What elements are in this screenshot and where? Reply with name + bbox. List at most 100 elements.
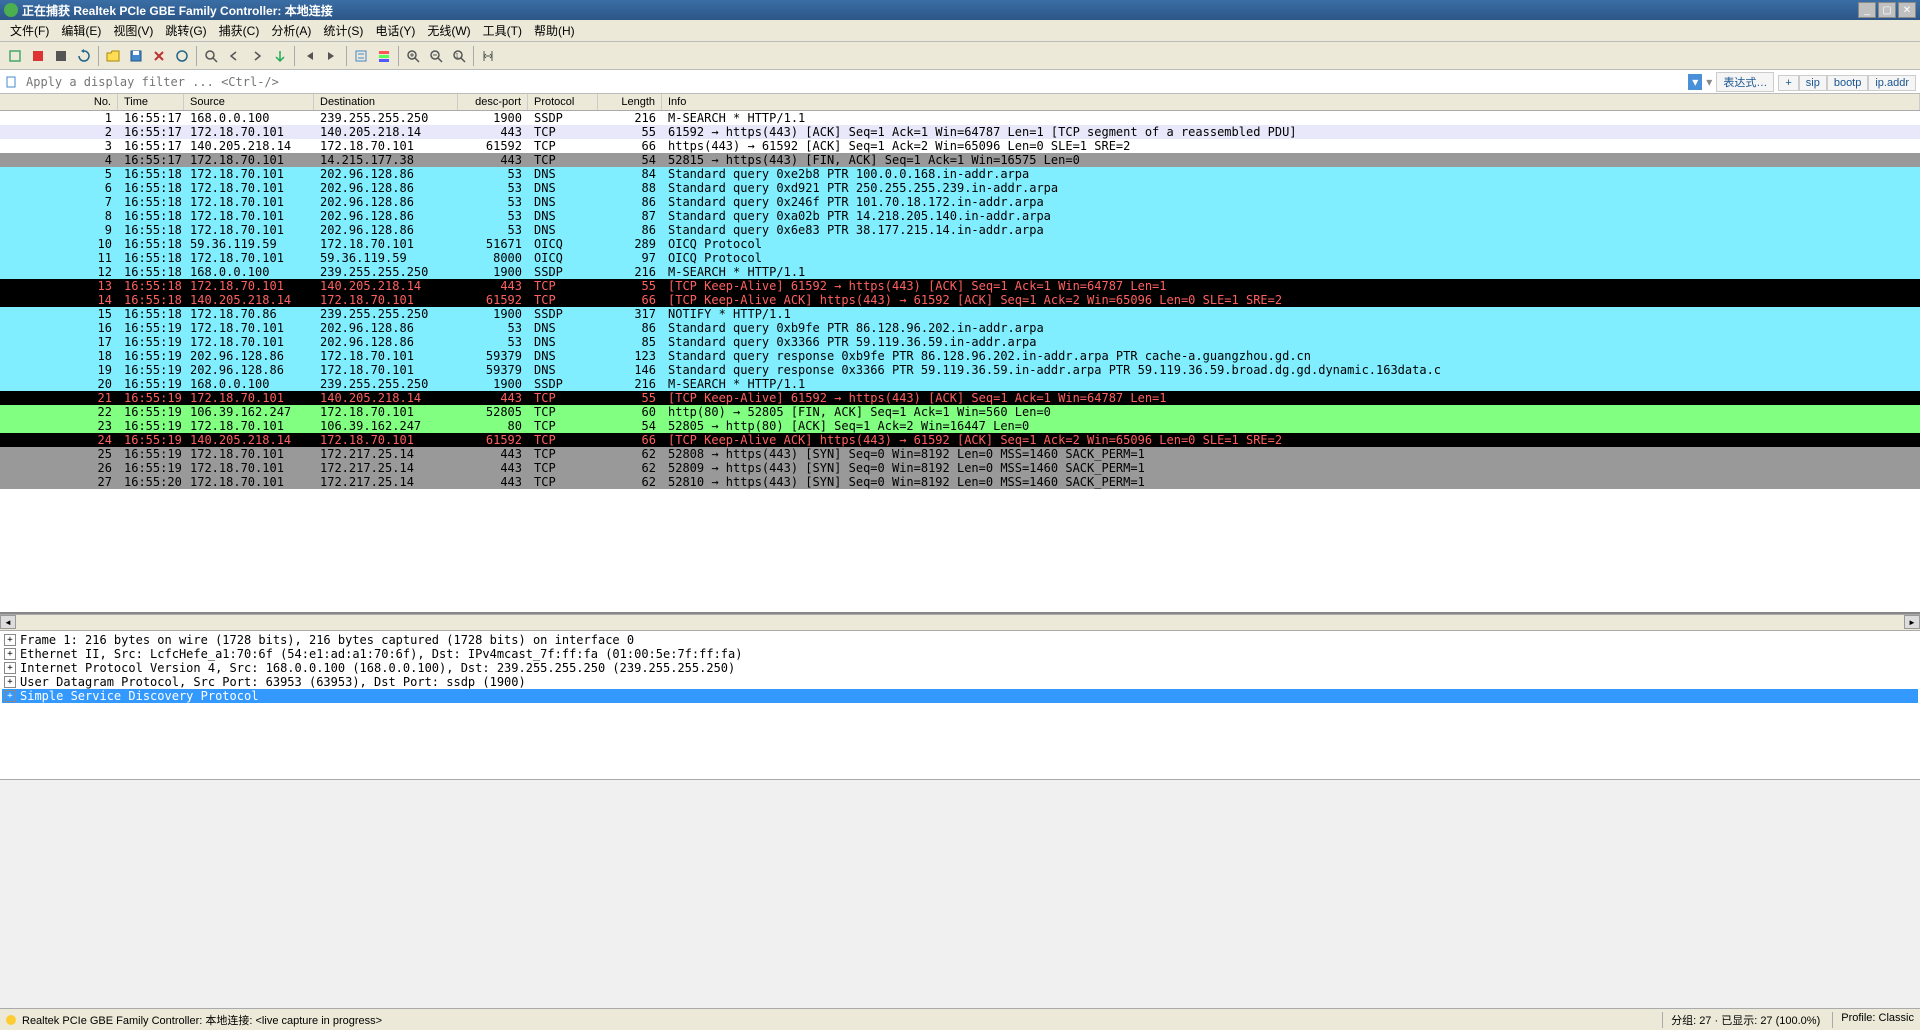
detail-tree-item[interactable]: +Internet Protocol Version 4, Src: 168.0… (2, 661, 1918, 675)
packet-row[interactable]: 1116:55:18172.18.70.10159.36.119.598000O… (0, 251, 1920, 265)
filter-preset-ip.addr[interactable]: ip.addr (1868, 75, 1916, 91)
restart-capture-icon[interactable] (73, 45, 95, 67)
display-filter-input[interactable] (22, 73, 1688, 91)
zoom-out-icon[interactable] (425, 45, 447, 67)
packet-row[interactable]: 2216:55:19106.39.162.247172.18.70.101528… (0, 405, 1920, 419)
packet-details-pane[interactable]: +Frame 1: 216 bytes on wire (1728 bits),… (0, 630, 1920, 780)
detail-tree-item[interactable]: +Ethernet II, Src: LcfcHefe_a1:70:6f (54… (2, 647, 1918, 661)
start-capture-icon[interactable] (27, 45, 49, 67)
zoom-reset-icon[interactable]: 1 (448, 45, 470, 67)
find-icon[interactable] (200, 45, 222, 67)
close-button[interactable]: ✕ (1898, 2, 1916, 18)
packet-row[interactable]: 1516:55:18172.18.70.86239.255.255.250190… (0, 307, 1920, 321)
expand-icon[interactable]: + (4, 648, 16, 660)
packet-row[interactable]: 1216:55:18168.0.0.100239.255.255.2501900… (0, 265, 1920, 279)
menu-item-0[interactable]: 文件(F) (4, 20, 55, 41)
column-header-descport[interactable]: desc-port (458, 94, 528, 110)
first-packet-icon[interactable] (298, 45, 320, 67)
packet-row[interactable]: 216:55:17172.18.70.101140.205.218.14443T… (0, 125, 1920, 139)
packet-row[interactable]: 2316:55:19172.18.70.101106.39.162.24780T… (0, 419, 1920, 433)
zoom-in-icon[interactable] (402, 45, 424, 67)
packet-cell: 16:55:18 (118, 195, 184, 209)
packet-row[interactable]: 2616:55:19172.18.70.101172.217.25.14443T… (0, 461, 1920, 475)
packet-row[interactable]: 616:55:18172.18.70.101202.96.128.8653DNS… (0, 181, 1920, 195)
column-header-protocol[interactable]: Protocol (528, 94, 598, 110)
reload-icon[interactable] (171, 45, 193, 67)
go-forward-icon[interactable] (246, 45, 268, 67)
packet-row[interactable]: 116:55:17168.0.0.100239.255.255.2501900S… (0, 111, 1920, 125)
go-back-icon[interactable] (223, 45, 245, 67)
packet-row[interactable]: 2716:55:20172.18.70.101172.217.25.14443T… (0, 475, 1920, 489)
close-file-icon[interactable] (148, 45, 170, 67)
menu-item-6[interactable]: 统计(S) (317, 20, 369, 41)
packet-cell: OICQ Protocol (662, 237, 1920, 251)
packet-list[interactable]: No.TimeSourceDestinationdesc-portProtoco… (0, 94, 1920, 614)
menu-item-2[interactable]: 视图(V) (107, 20, 159, 41)
menu-item-5[interactable]: 分析(A) (265, 20, 317, 41)
column-header-length[interactable]: Length (598, 94, 662, 110)
menu-item-1[interactable]: 编辑(E) (55, 20, 107, 41)
packet-row[interactable]: 716:55:18172.18.70.101202.96.128.8653DNS… (0, 195, 1920, 209)
bookmark-icon[interactable] (2, 73, 20, 91)
packet-cell: 16:55:18 (118, 265, 184, 279)
packet-row[interactable]: 516:55:18172.18.70.101202.96.128.8653DNS… (0, 167, 1920, 181)
packet-row[interactable]: 2116:55:19172.18.70.101140.205.218.14443… (0, 391, 1920, 405)
packet-row[interactable]: 1716:55:19172.18.70.101202.96.128.8653DN… (0, 335, 1920, 349)
expand-icon[interactable]: + (4, 690, 16, 702)
status-profile-text[interactable]: Profile: Classic (1832, 1012, 1914, 1028)
menu-item-3[interactable]: 跳转(G) (159, 20, 212, 41)
column-header-no[interactable]: No. (0, 94, 118, 110)
open-file-icon[interactable] (102, 45, 124, 67)
packet-row[interactable]: 316:55:17140.205.218.14172.18.70.1016159… (0, 139, 1920, 153)
expression-button[interactable]: 表达式… (1716, 72, 1774, 92)
packet-row[interactable]: 816:55:18172.18.70.101202.96.128.8653DNS… (0, 209, 1920, 223)
packet-row[interactable]: 2416:55:19140.205.218.14172.18.70.101615… (0, 433, 1920, 447)
maximize-button[interactable]: ▢ (1878, 2, 1896, 18)
scroll-left-icon[interactable]: ◄ (0, 615, 16, 629)
auto-scroll-icon[interactable] (350, 45, 372, 67)
column-header-time[interactable]: Time (118, 94, 184, 110)
filter-preset-+[interactable]: + (1778, 75, 1798, 91)
filter-preset-bootp[interactable]: bootp (1827, 75, 1869, 91)
packet-list-header[interactable]: No.TimeSourceDestinationdesc-portProtoco… (0, 94, 1920, 111)
packet-row[interactable]: 1416:55:18140.205.218.14172.18.70.101615… (0, 293, 1920, 307)
last-packet-icon[interactable] (321, 45, 343, 67)
packet-row[interactable]: 2016:55:19168.0.0.100239.255.255.2501900… (0, 377, 1920, 391)
column-header-source[interactable]: Source (184, 94, 314, 110)
expand-icon[interactable]: + (4, 676, 16, 688)
colorize-icon[interactable] (373, 45, 395, 67)
expand-icon[interactable]: + (4, 634, 16, 646)
column-header-info[interactable]: Info (662, 94, 1920, 110)
menu-item-10[interactable]: 帮助(H) (528, 20, 581, 41)
packet-row[interactable]: 916:55:18172.18.70.101202.96.128.8653DNS… (0, 223, 1920, 237)
stop-capture-icon[interactable] (50, 45, 72, 67)
resize-columns-icon[interactable] (477, 45, 499, 67)
go-to-icon[interactable] (269, 45, 291, 67)
packet-row[interactable]: 2516:55:19172.18.70.101172.217.25.14443T… (0, 447, 1920, 461)
dropdown-icon[interactable]: ▾ (1688, 74, 1702, 90)
expand-icon[interactable]: + (4, 662, 16, 674)
scroll-right-icon[interactable]: ► (1904, 615, 1920, 629)
detail-tree-item[interactable]: +User Datagram Protocol, Src Port: 63953… (2, 675, 1918, 689)
packet-row[interactable]: 416:55:17172.18.70.10114.215.177.38443TC… (0, 153, 1920, 167)
interfaces-icon[interactable] (4, 45, 26, 67)
filter-preset-sip[interactable]: sip (1799, 75, 1827, 91)
menu-item-9[interactable]: 工具(T) (477, 20, 528, 41)
column-header-destination[interactable]: Destination (314, 94, 458, 110)
save-file-icon[interactable] (125, 45, 147, 67)
packet-cell: 123 (598, 349, 662, 363)
packet-cell: 443 (458, 475, 528, 489)
detail-tree-item[interactable]: +Frame 1: 216 bytes on wire (1728 bits),… (2, 633, 1918, 647)
packet-row[interactable]: 1316:55:18172.18.70.101140.205.218.14443… (0, 279, 1920, 293)
horizontal-scrollbar[interactable]: ◄ ► (0, 614, 1920, 630)
packet-row[interactable]: 1916:55:19202.96.128.86172.18.70.1015937… (0, 363, 1920, 377)
packet-row[interactable]: 1816:55:19202.96.128.86172.18.70.1015937… (0, 349, 1920, 363)
menu-item-7[interactable]: 电话(Y) (369, 20, 421, 41)
expert-info-icon[interactable] (6, 1015, 16, 1025)
packet-row[interactable]: 1616:55:19172.18.70.101202.96.128.8653DN… (0, 321, 1920, 335)
detail-tree-item[interactable]: +Simple Service Discovery Protocol (2, 689, 1918, 703)
menu-item-8[interactable]: 无线(W) (421, 20, 476, 41)
menu-item-4[interactable]: 捕获(C) (213, 20, 266, 41)
minimize-button[interactable]: _ (1858, 2, 1876, 18)
packet-row[interactable]: 1016:55:1859.36.119.59172.18.70.10151671… (0, 237, 1920, 251)
